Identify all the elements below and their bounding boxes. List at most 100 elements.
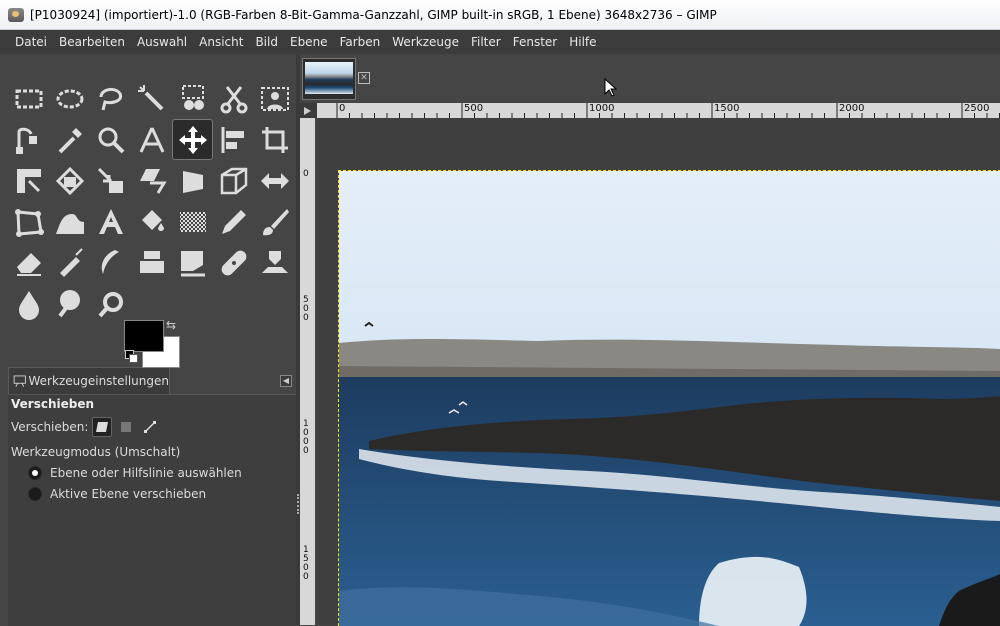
ruler-label-1500: 1500 xyxy=(714,103,740,114)
perspective-icon xyxy=(182,170,203,193)
rotate-tool[interactable] xyxy=(49,160,90,201)
scissors-icon xyxy=(220,85,247,113)
foreground-color-swatch[interactable] xyxy=(124,320,164,352)
eraser-tool[interactable] xyxy=(8,242,49,283)
blur-sharpen-tool[interactable] xyxy=(90,283,131,324)
menu-bearbeiten[interactable]: Bearbeiten xyxy=(53,35,131,49)
mypaint-brush-icon xyxy=(139,250,164,273)
heal-tool[interactable] xyxy=(213,242,254,283)
dock-tab-bar: Werkzeugeinstellungen ◀ xyxy=(8,367,298,394)
bucket-fill-tool[interactable] xyxy=(131,201,172,242)
menu-auswahl[interactable]: Auswahl xyxy=(131,35,193,49)
ruler-label-2500: 2500 xyxy=(964,103,990,114)
scale-tool[interactable] xyxy=(90,160,131,201)
toolbox-panel: ⇆ Werkzeugeinstellungen ◀ Verschieben Ve… xyxy=(0,54,300,626)
image-canvas[interactable] xyxy=(338,170,1000,626)
select-by-color-icon xyxy=(181,84,204,110)
radio-pick-layer[interactable]: Ebene oder Hilfslinie auswählen xyxy=(28,466,296,480)
perspective-clone-tool[interactable] xyxy=(254,242,295,283)
fuzzy-select-tool[interactable] xyxy=(131,78,172,119)
swap-colors-icon[interactable]: ⇆ xyxy=(166,318,176,332)
magnifier-icon xyxy=(98,127,124,153)
bucket-icon xyxy=(141,209,164,231)
cage-transform-tool[interactable] xyxy=(8,201,49,242)
menu-ebene[interactable]: Ebene xyxy=(284,35,334,49)
radio-active-layer[interactable]: Aktive Ebene verschieben xyxy=(28,487,296,501)
radio-active-layer-dot[interactable] xyxy=(28,487,42,501)
horizontal-ruler[interactable]: 0 500 1000 1500 2000 2500 xyxy=(317,103,1000,118)
blur-sharpen-icon xyxy=(97,291,123,317)
warp-icon xyxy=(55,213,84,234)
layer-icon xyxy=(96,422,109,432)
tab-tool-options[interactable]: Werkzeugeinstellungen xyxy=(8,367,170,394)
eraser-icon xyxy=(16,252,41,276)
align-tool[interactable] xyxy=(213,119,254,160)
shear-tool[interactable] xyxy=(131,160,172,201)
menu-hilfe[interactable]: Hilfe xyxy=(563,35,602,49)
menu-werkzeuge[interactable]: Werkzeuge xyxy=(386,35,465,49)
tool-options-tab-label: Werkzeugeinstellungen xyxy=(28,374,169,388)
gimp-app-icon xyxy=(8,7,24,22)
paths-tool[interactable] xyxy=(8,119,49,160)
ruler-label-2000: 2000 xyxy=(839,103,865,114)
vertical-ruler[interactable]: 0 500 1000 1500 xyxy=(300,118,315,625)
ruler-corner-menu[interactable] xyxy=(300,103,317,118)
crop-tool[interactable] xyxy=(254,119,295,160)
perspective-clone-icon xyxy=(261,250,288,273)
text-tool[interactable] xyxy=(90,201,131,242)
select-by-color-tool[interactable] xyxy=(172,78,213,119)
vruler-label-1500: 1500 xyxy=(303,545,309,582)
bandage-icon xyxy=(221,250,246,275)
gradient-icon xyxy=(179,211,206,232)
dock-menu-button[interactable]: ◀ xyxy=(280,375,292,387)
image-tab[interactable] xyxy=(302,58,356,100)
foreground-select-tool[interactable] xyxy=(254,78,295,119)
mypaint-brush-tool[interactable] xyxy=(131,242,172,283)
color-picker-tool[interactable] xyxy=(49,119,90,160)
warp-transform-tool[interactable] xyxy=(49,201,90,242)
menu-bild[interactable]: Bild xyxy=(249,35,284,49)
free-select-tool[interactable] xyxy=(90,78,131,119)
move-path-button[interactable] xyxy=(140,417,160,437)
ellipse-select-tool[interactable] xyxy=(49,78,90,119)
move-selection-button[interactable] xyxy=(116,417,136,437)
crop-icon xyxy=(261,126,288,153)
pencil-icon xyxy=(221,209,246,234)
tool-mode-label: Werkzeugmodus (Umschalt) xyxy=(11,445,181,459)
menu-datei[interactable]: Datei xyxy=(0,35,53,49)
unified-transform-tool[interactable] xyxy=(8,160,49,201)
rotate-icon xyxy=(55,166,84,195)
perspective-tool[interactable] xyxy=(172,160,213,201)
menu-farben[interactable]: Farben xyxy=(334,35,387,49)
rect-select-tool[interactable] xyxy=(8,78,49,119)
default-colors-icon[interactable] xyxy=(125,350,138,363)
clone-stamp-icon xyxy=(180,250,205,276)
scissors-tool[interactable] xyxy=(213,78,254,119)
menu-fenster[interactable]: Fenster xyxy=(507,35,564,49)
eyedropper-icon xyxy=(58,127,82,153)
airbrush-tool[interactable] xyxy=(49,242,90,283)
smudge-tool[interactable] xyxy=(8,283,49,324)
close-image-icon[interactable]: ✕ xyxy=(358,72,370,84)
dodge-burn-tool[interactable] xyxy=(49,283,90,324)
pencil-tool[interactable] xyxy=(213,201,254,242)
move-tool[interactable] xyxy=(172,119,213,160)
measure-tool[interactable] xyxy=(131,119,172,160)
move-layer-button[interactable] xyxy=(92,417,113,437)
menu-filter[interactable]: Filter xyxy=(465,35,507,49)
compass-icon xyxy=(139,126,164,153)
cage-icon xyxy=(14,208,44,237)
shear-icon xyxy=(139,168,167,194)
radio-pick-layer-dot[interactable] xyxy=(28,466,42,480)
flip-tool[interactable] xyxy=(254,160,295,201)
blend-tool[interactable] xyxy=(172,201,213,242)
paintbrush-tool[interactable] xyxy=(254,201,295,242)
3d-transform-tool[interactable] xyxy=(213,160,254,201)
window-title: [P1030924] (importiert)-1.0 (RGB-Farben … xyxy=(30,7,717,22)
image-thumbnail xyxy=(305,62,353,94)
clone-tool[interactable] xyxy=(172,242,213,283)
ink-tool[interactable] xyxy=(90,242,131,283)
zoom-tool[interactable] xyxy=(90,119,131,160)
menu-ansicht[interactable]: Ansicht xyxy=(193,35,249,49)
paths-icon xyxy=(15,127,37,154)
